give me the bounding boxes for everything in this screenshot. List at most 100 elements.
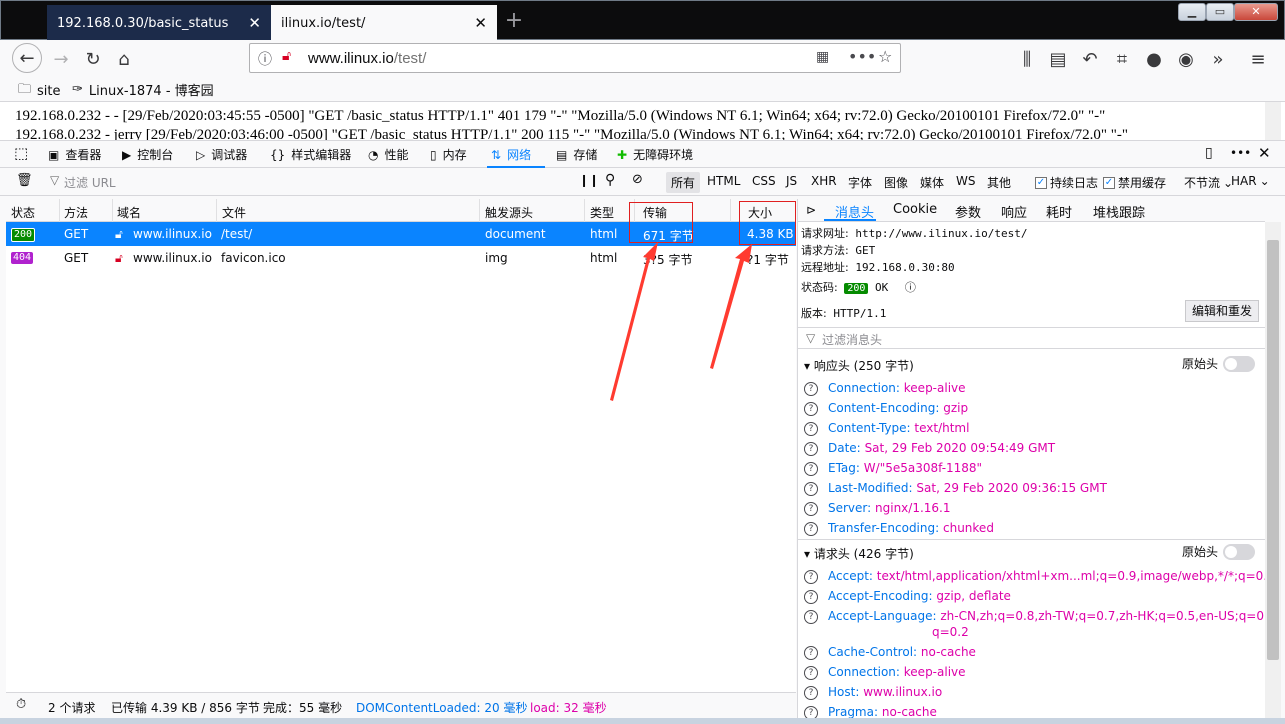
window-close-button[interactable]: ✕ [1234, 3, 1278, 21]
filter-type-js[interactable]: JS [786, 174, 797, 188]
performance-icon: ◔ [368, 147, 379, 162]
page-actions-icon[interactable]: ••• [848, 47, 876, 66]
request-headers-section[interactable]: ▾ 请求头 (426 字节) [804, 545, 914, 562]
extension-icon[interactable]: ● [1139, 44, 1169, 74]
forward-arrow-icon[interactable]: → [46, 44, 76, 74]
throttle-select[interactable]: 不节流 ⌄ [1184, 174, 1233, 191]
search-icon[interactable]: ⚲ [605, 172, 615, 188]
filter-type-ws[interactable]: WS [956, 174, 975, 188]
tab-response[interactable]: 响应 [1001, 202, 1027, 221]
response-headers-section[interactable]: ▾ 响应头 (250 字节) [804, 357, 914, 374]
raw-headers-toggle[interactable]: 原始头 [1182, 355, 1256, 372]
filter-type-media[interactable]: 媒体 [920, 174, 944, 191]
help-icon[interactable]: ? [804, 610, 818, 624]
bookmark-linux-1874[interactable]: ✑ Linux-1874 - 博客园 [72, 80, 214, 99]
tab-params[interactable]: 参数 [955, 202, 981, 221]
page-scrollbar[interactable] [1265, 102, 1281, 140]
sidebar-icon[interactable]: ▤ [1043, 44, 1073, 74]
trash-icon[interactable]: 🗑︎ [16, 173, 33, 188]
dock-mode-icon[interactable]: ▯ [1205, 145, 1213, 161]
tab-storage[interactable]: ▤ 存储 [556, 146, 597, 163]
filter-url-input[interactable]: 过滤 URL [64, 174, 116, 191]
tab-network[interactable]: ⇅ 网络 [491, 146, 531, 163]
help-icon[interactable]: ? [804, 590, 818, 604]
help-icon[interactable]: ⓘ [905, 281, 916, 294]
column-file[interactable]: 文件 [222, 204, 246, 221]
devtools-close-icon[interactable]: ✕ [1258, 144, 1271, 162]
help-icon[interactable]: ? [804, 422, 818, 436]
toggle-sidebar-icon[interactable]: ⊳ [806, 203, 816, 217]
persist-log-checkbox[interactable]: ✓ 持续日志 [1035, 174, 1098, 191]
devtools-menu-icon[interactable]: ••• [1230, 146, 1251, 160]
help-icon[interactable]: ? [804, 646, 818, 660]
tab-console[interactable]: ▶ 控制台 [122, 146, 173, 163]
tab-cookies[interactable]: Cookie [893, 202, 937, 217]
help-icon[interactable]: ? [804, 482, 818, 496]
filter-type-all[interactable]: 所有 [666, 172, 701, 193]
toggle-switch[interactable] [1223, 355, 1256, 372]
help-icon[interactable]: ? [804, 706, 818, 718]
column-cause[interactable]: 触发源头 [485, 204, 533, 221]
tab-accessibility[interactable]: ✚ 无障碍环境 [617, 146, 693, 163]
help-icon[interactable]: ? [804, 522, 818, 536]
column-status[interactable]: 状态 [11, 204, 35, 221]
filter-type-fonts[interactable]: 字体 [848, 174, 872, 191]
disable-cache-checkbox[interactable]: ✓ 禁用缓存 [1103, 174, 1166, 191]
close-icon[interactable]: ✕ [474, 14, 487, 32]
minimize-button[interactable]: ▁ [1178, 3, 1206, 21]
home-icon[interactable]: ⌂ [109, 44, 139, 74]
filter-type-xhr[interactable]: XHR [811, 174, 837, 188]
bookmark-star-icon[interactable]: ☆ [878, 47, 892, 66]
browser-tab-test[interactable]: ilinux.io/test/ ✕ [271, 5, 497, 41]
raw-headers-toggle[interactable]: 原始头 [1182, 543, 1256, 560]
help-icon[interactable]: ? [804, 686, 818, 700]
overflow-chevron-icon[interactable]: » [1203, 44, 1233, 74]
tab-debugger[interactable]: ▷ 调试器 [196, 146, 247, 163]
tab-performance[interactable]: ◔ 性能 [368, 146, 409, 163]
maximize-button[interactable]: ▭ [1206, 3, 1234, 21]
filter-type-css[interactable]: CSS [752, 174, 776, 188]
crop-icon[interactable]: ⌗ [1107, 44, 1137, 74]
column-method[interactable]: 方法 [64, 204, 88, 221]
filter-type-images[interactable]: 图像 [884, 174, 908, 191]
insecure-lock-icon[interactable]: 🔓︎ [282, 48, 291, 64]
column-type[interactable]: 类型 [590, 204, 614, 221]
tab-inspector[interactable]: ▣ 查看器 [48, 146, 101, 163]
bookmark-site[interactable]: 🗀︎ site [18, 80, 61, 102]
info-icon[interactable]: ⓘ [258, 49, 272, 69]
toggle-switch[interactable] [1223, 543, 1256, 560]
filter-type-other[interactable]: 其他 [987, 174, 1011, 191]
help-icon[interactable]: ? [804, 402, 818, 416]
tab-memory[interactable]: ▯ 内存 [430, 146, 467, 163]
filter-type-html[interactable]: HTML [707, 174, 740, 188]
edit-and-resend-button[interactable]: 编辑和重发 [1185, 300, 1259, 322]
tab-stack-trace[interactable]: 堆栈跟踪 [1093, 202, 1145, 221]
help-icon[interactable]: ? [804, 502, 818, 516]
close-icon[interactable]: ✕ [248, 14, 261, 32]
column-domain[interactable]: 域名 [117, 204, 141, 221]
element-picker-icon[interactable]: ⬚ [14, 144, 28, 162]
address-bar[interactable]: ⓘ 🔓︎ www.ilinux.io/test/ ▦ ••• ☆ [249, 43, 901, 73]
help-icon[interactable]: ? [804, 462, 818, 476]
scrollbar-thumb[interactable] [1267, 240, 1279, 660]
stopwatch-icon[interactable]: ⏱ [16, 697, 26, 712]
undo-icon[interactable]: ↶ [1075, 44, 1105, 74]
filter-headers-input[interactable]: ▽ 过滤消息头 [798, 327, 1265, 349]
help-icon[interactable]: ? [804, 570, 818, 584]
new-tab-icon[interactable]: + [502, 9, 526, 35]
help-icon[interactable]: ? [804, 382, 818, 396]
menu-icon[interactable]: ≡ [1243, 44, 1273, 74]
browser-tab-basic-status[interactable]: 192.168.0.30/basic_status ✕ [47, 5, 271, 41]
library-icon[interactable]: ⫼ [1012, 44, 1042, 74]
back-arrow-icon[interactable]: ← [12, 43, 42, 73]
account-icon[interactable]: ◉ [1171, 44, 1201, 74]
help-icon[interactable]: ? [804, 666, 818, 680]
tab-style-editor[interactable]: {} 样式编辑器 [270, 146, 351, 163]
qr-code-icon[interactable]: ▦ [816, 49, 829, 65]
help-icon[interactable]: ? [804, 442, 818, 456]
block-icon[interactable]: ⊘ [632, 172, 643, 187]
reload-icon[interactable]: ↻ [78, 44, 108, 74]
tab-timings[interactable]: 耗时 [1046, 202, 1072, 221]
har-menu[interactable]: HAR ⌄ [1231, 174, 1270, 188]
pause-icon[interactable]: ❙❙ [579, 173, 599, 187]
